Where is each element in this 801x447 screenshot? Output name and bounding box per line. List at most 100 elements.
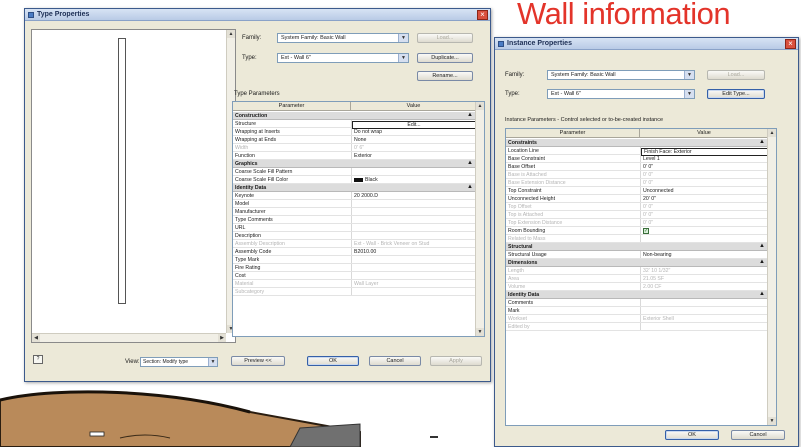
- param-row-base-constraint[interactable]: Base Constraint Level 1: [506, 155, 769, 163]
- parameter-value[interactable]: 0' 0": [643, 180, 653, 186]
- close-icon[interactable]: ×: [785, 39, 796, 49]
- parameter-value[interactable]: Level 1: [643, 156, 660, 162]
- group-row-constraints[interactable]: Constraints ▲: [506, 139, 769, 147]
- parameter-value[interactable]: Wall Layer: [354, 281, 378, 287]
- instance-properties-titlebar[interactable]: Instance Properties ×: [495, 38, 798, 50]
- scroll-up-arrow-icon[interactable]: ▲: [476, 102, 484, 110]
- parameter-value[interactable]: Exterior Shell: [643, 316, 674, 322]
- parameter-value[interactable]: 20' 0": [643, 196, 656, 202]
- parameter-value[interactable]: Do not wrap: [354, 129, 382, 135]
- load-button[interactable]: Load...: [707, 70, 765, 80]
- collapse-icon[interactable]: ▲: [759, 139, 765, 145]
- param-row-top-offset[interactable]: Top Offset 0' 0": [506, 203, 769, 211]
- parameter-value[interactable]: 0' 0": [643, 204, 653, 210]
- param-row-function[interactable]: Function Exterior: [233, 152, 477, 160]
- scroll-down-arrow-icon[interactable]: ▼: [768, 417, 776, 425]
- chevron-down-icon[interactable]: ▼: [398, 54, 408, 62]
- param-row-base-is-attached[interactable]: Base is Attached 0' 0": [506, 171, 769, 179]
- group-row-identity-data[interactable]: Identity Data ▲: [506, 291, 769, 299]
- load-button[interactable]: Load...: [417, 33, 473, 43]
- param-row-model[interactable]: Model: [233, 200, 477, 208]
- param-row-mark[interactable]: Mark: [506, 307, 769, 315]
- scroll-up-arrow-icon[interactable]: ▲: [768, 129, 776, 137]
- param-row-base-offset[interactable]: Base Offset 0' 0": [506, 163, 769, 171]
- scroll-right-arrow-icon[interactable]: ▶: [218, 334, 226, 342]
- param-row-url[interactable]: URL: [233, 224, 477, 232]
- parameter-value[interactable]: 0' 6": [354, 145, 364, 151]
- collapse-icon[interactable]: ▲: [759, 291, 765, 297]
- param-row-workset[interactable]: Workset Exterior Shell: [506, 315, 769, 323]
- parameter-value[interactable]: 0' 0": [643, 164, 653, 170]
- rename-button[interactable]: Rename...: [417, 71, 473, 81]
- parameter-value[interactable]: Black: [365, 177, 378, 183]
- preview-pane[interactable]: ▲ ▼ ◀ ▶: [31, 29, 236, 343]
- preview-button[interactable]: Preview <<: [231, 356, 285, 366]
- cancel-button[interactable]: Cancel: [369, 356, 421, 366]
- parameter-value[interactable]: Exterior: [354, 153, 372, 159]
- param-row-unconnected-height[interactable]: Unconnected Height 20' 0": [506, 195, 769, 203]
- scroll-up-arrow-icon[interactable]: ▲: [227, 30, 235, 38]
- type-select[interactable]: Ext - Wall 6" ▼: [277, 53, 409, 63]
- param-row-manufacturer[interactable]: Manufacturer: [233, 208, 477, 216]
- param-row-keynote[interactable]: Keynote 20 2000.D: [233, 192, 477, 200]
- family-select[interactable]: System Family: Basic Wall ▼: [277, 33, 409, 43]
- chevron-down-icon[interactable]: ▼: [208, 358, 217, 366]
- param-row-structure[interactable]: Structure Edit...: [233, 120, 477, 129]
- room-bounding-checkbox[interactable]: ✓: [643, 228, 649, 234]
- collapse-icon[interactable]: ▲: [759, 259, 765, 265]
- param-row-wrapping-at-inserts[interactable]: Wrapping at Inserts Do not wrap: [233, 128, 477, 136]
- group-row-construction[interactable]: Construction ▲: [233, 112, 477, 120]
- param-row-volume[interactable]: Volume 2.00 CF: [506, 283, 769, 291]
- param-row-length[interactable]: Length 32' 10 1/32": [506, 267, 769, 275]
- grid-vertical-scrollbar[interactable]: ▲ ▼: [475, 102, 484, 336]
- ok-button[interactable]: OK: [665, 430, 719, 440]
- grid-vertical-scrollbar[interactable]: ▲ ▼: [767, 129, 776, 425]
- collapse-icon[interactable]: ▲: [467, 160, 473, 166]
- group-row-identity-data[interactable]: Identity Data ▲: [233, 184, 477, 192]
- scroll-left-arrow-icon[interactable]: ◀: [32, 334, 40, 342]
- param-row-related-to-mass[interactable]: Related to Mass: [506, 235, 769, 243]
- group-row-dimensions[interactable]: Dimensions ▲: [506, 259, 769, 267]
- parameter-value[interactable]: 21.05 SF: [643, 276, 664, 282]
- value-column-header[interactable]: Value: [640, 129, 769, 138]
- param-row-cost[interactable]: Cost: [233, 272, 477, 280]
- preview-horizontal-scrollbar[interactable]: ◀ ▶: [32, 333, 226, 342]
- param-row-structural-usage[interactable]: Structural Usage Non-bearing: [506, 251, 769, 259]
- param-row-location-line[interactable]: Location Line Finish Face: Exterior: [506, 147, 769, 156]
- apply-button[interactable]: Apply: [430, 356, 482, 366]
- param-row-top-extension-distance[interactable]: Top Extension Distance 0' 0": [506, 219, 769, 227]
- parameter-value[interactable]: Ext - Wall - Brick Veneer on Stud: [354, 241, 429, 247]
- param-row-top-constraint[interactable]: Top Constraint Unconnected: [506, 187, 769, 195]
- collapse-icon[interactable]: ▲: [759, 243, 765, 249]
- type-parameter-grid[interactable]: Parameter Value Construction ▲ Structure Ed…: [232, 101, 485, 337]
- parameter-value[interactable]: 20 2000.D: [354, 193, 378, 199]
- param-row-room-bounding[interactable]: Room Bounding ✓: [506, 227, 769, 235]
- help-icon[interactable]: ?: [33, 355, 43, 364]
- view-select[interactable]: Section: Modify type ▼: [140, 357, 218, 367]
- edit-type-button[interactable]: Edit Type...: [707, 89, 765, 99]
- collapse-icon[interactable]: ▲: [467, 184, 473, 190]
- parameter-value[interactable]: 0' 0": [643, 212, 653, 218]
- parameter-value[interactable]: 0' 0": [643, 172, 653, 178]
- parameter-column-header[interactable]: Parameter: [506, 129, 640, 138]
- param-row-wrapping-at-ends[interactable]: Wrapping at Ends None: [233, 136, 477, 144]
- cancel-button[interactable]: Cancel: [731, 430, 785, 440]
- parameter-value[interactable]: B2010.00: [354, 249, 376, 255]
- parameter-value[interactable]: Non-bearing: [643, 252, 672, 258]
- chevron-down-icon[interactable]: ▼: [684, 71, 694, 79]
- group-row-structural[interactable]: Structural ▲: [506, 243, 769, 251]
- value-column-header[interactable]: Value: [351, 102, 477, 111]
- param-row-fire-rating[interactable]: Fire Rating: [233, 264, 477, 272]
- param-row-base-extension-distance[interactable]: Base Extension Distance 0' 0": [506, 179, 769, 187]
- duplicate-button[interactable]: Duplicate...: [417, 53, 473, 63]
- param-row-edited-by[interactable]: Edited by: [506, 323, 769, 331]
- parameter-value[interactable]: Unconnected: [643, 188, 674, 194]
- parameter-value[interactable]: 32' 10 1/32": [643, 268, 670, 274]
- type-select[interactable]: Ext - Wall 6" ▼: [547, 89, 695, 99]
- parameter-value[interactable]: 2.00 CF: [643, 284, 661, 290]
- param-row-coarse-scale-fill-pattern[interactable]: Coarse Scale Fill Pattern: [233, 168, 477, 176]
- type-properties-titlebar[interactable]: Type Properties ×: [25, 9, 490, 21]
- param-row-width[interactable]: Width 0' 6": [233, 144, 477, 152]
- close-icon[interactable]: ×: [477, 10, 488, 20]
- parameter-column-header[interactable]: Parameter: [233, 102, 351, 111]
